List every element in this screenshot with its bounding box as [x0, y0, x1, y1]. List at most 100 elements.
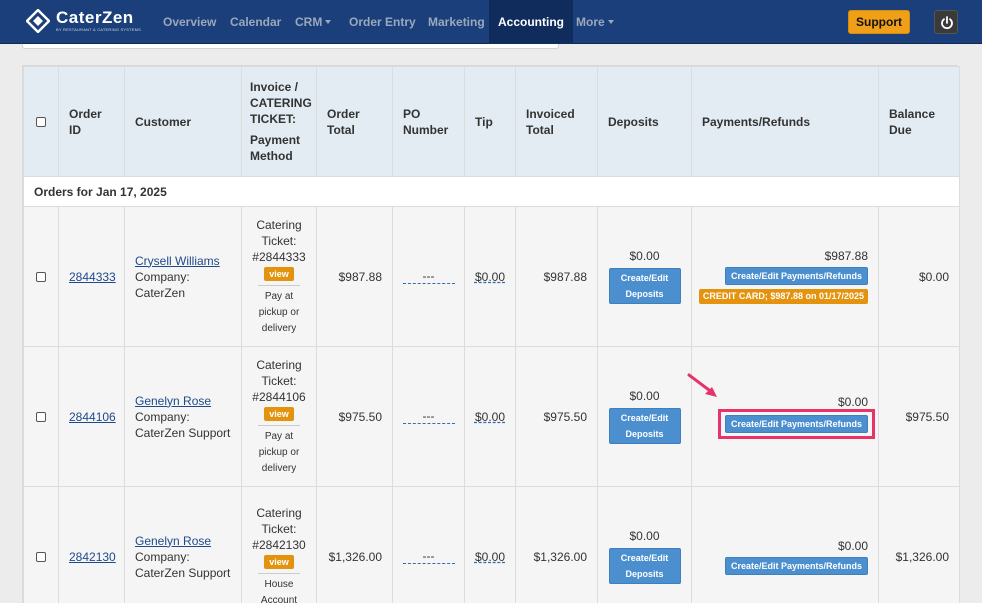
nav-overview[interactable]: Overview — [163, 0, 216, 44]
catering-ticket-label: Catering Ticket: #2842130 — [252, 505, 306, 552]
invoiced-total: $1,326.00 — [515, 486, 598, 603]
header-order-total: Order Total — [316, 66, 393, 177]
payments-cell: $987.88 Create/Edit Payments/Refunds CRE… — [691, 206, 879, 347]
tip-cell: $0.00 — [464, 206, 516, 347]
order-total: $975.50 — [316, 346, 393, 487]
payment-record-tag[interactable]: CREDIT CARD; $987.88 on 01/17/2025 — [698, 289, 868, 304]
create-edit-payments-button[interactable]: Create/Edit Payments/Refunds — [724, 267, 868, 285]
highlight-box: Create/Edit Payments/Refunds — [717, 408, 875, 439]
table-row: 2844106 Genelyn Rose Company: CaterZen S… — [23, 346, 960, 487]
order-id-link[interactable]: 2844106 — [69, 410, 116, 424]
row-checkbox[interactable] — [36, 412, 46, 423]
nav-more[interactable]: More — [576, 0, 614, 44]
nav-crm[interactable]: CRM — [295, 0, 332, 44]
select-all-checkbox[interactable] — [36, 117, 46, 128]
row-select-cell[interactable] — [23, 486, 59, 603]
customer-name-link[interactable]: Genelyn Rose — [135, 394, 211, 408]
header-customer: Customer — [124, 66, 242, 177]
order-id-cell: 2844333 — [58, 206, 125, 347]
payment-amount: $0.00 — [837, 538, 868, 553]
header-order-id: Order ID — [58, 66, 125, 177]
top-navbar: CaterZen BY RESTAURANT & CATERING SYSTEM… — [0, 0, 982, 44]
filter-panel-edge — [22, 44, 559, 49]
po-number-field[interactable]: --- — [402, 269, 455, 284]
deposits-cell: $0.00 Create/Edit Deposits — [597, 346, 692, 487]
catering-ticket-label: Catering Ticket: #2844106 — [252, 357, 306, 404]
po-number-field[interactable]: --- — [402, 549, 455, 564]
invoice-cell: Catering Ticket: #2842130 view House Acc… — [241, 486, 317, 603]
customer-cell: Genelyn Rose Company: CaterZen Support — [124, 486, 242, 603]
invoiced-total: $987.88 — [515, 206, 598, 347]
payment-method: House Account — [258, 572, 300, 603]
support-button[interactable]: Support — [848, 10, 910, 34]
accounting-orders-table: Order ID Customer Invoice / CATERING TIC… — [22, 65, 960, 603]
create-edit-payments-button[interactable]: Create/Edit Payments/Refunds — [724, 414, 868, 433]
tip-value[interactable]: $0.00 — [475, 410, 505, 424]
create-edit-deposits-button[interactable]: Create/Edit Deposits — [608, 408, 681, 444]
order-id-cell: 2844106 — [58, 346, 125, 487]
payment-method: Pay at pickup or delivery — [258, 284, 300, 337]
payments-cell: $0.00 Create/Edit Payments/Refunds — [691, 486, 879, 603]
deposit-amount: $0.00 — [629, 389, 660, 403]
view-ticket-button[interactable]: view — [264, 406, 294, 421]
customer-cell: Crysell Williams Company: CaterZen — [124, 206, 242, 347]
row-select-cell[interactable] — [23, 346, 59, 487]
group-row: Orders for Jan 17, 2025 — [23, 176, 960, 207]
header-po-number: PO Number — [392, 66, 465, 177]
row-checkbox[interactable] — [36, 272, 46, 283]
tip-value[interactable]: $0.00 — [475, 270, 505, 284]
po-number-field[interactable]: --- — [402, 409, 455, 424]
table-header-row: Order ID Customer Invoice / CATERING TIC… — [23, 66, 960, 177]
order-id-link[interactable]: 2844333 — [69, 270, 116, 284]
company-label: Company: — [135, 269, 190, 284]
company-label: Company: — [135, 549, 190, 564]
deposit-amount: $0.00 — [629, 249, 660, 263]
balance-due: $1,326.00 — [878, 486, 960, 603]
tip-cell: $0.00 — [464, 486, 516, 603]
header-tip: Tip — [464, 66, 516, 177]
order-total: $987.88 — [316, 206, 393, 347]
payment-amount: $0.00 — [837, 394, 868, 409]
create-edit-deposits-button[interactable]: Create/Edit Deposits — [608, 268, 681, 304]
header-select-all[interactable] — [23, 66, 59, 177]
create-edit-payments-button[interactable]: Create/Edit Payments/Refunds — [724, 556, 868, 575]
tip-value[interactable]: $0.00 — [475, 550, 505, 564]
caterzen-logo[interactable]: CaterZen BY RESTAURANT & CATERING SYSTEM… — [26, 8, 146, 38]
company-name: CaterZen Support — [135, 425, 231, 440]
row-select-cell[interactable] — [23, 206, 59, 347]
brand-name: CaterZen — [56, 8, 134, 27]
invoice-cell: Catering Ticket: #2844106 view Pay at pi… — [241, 346, 317, 487]
company-name: CaterZen Support — [135, 565, 231, 580]
annotation-arrow-icon — [687, 373, 717, 397]
company-label: Company: — [135, 409, 190, 424]
balance-due: $975.50 — [878, 346, 960, 487]
header-balance-due: Balance Due — [878, 66, 960, 177]
order-id-link[interactable]: 2842130 — [69, 550, 116, 564]
logout-button[interactable] — [934, 10, 958, 34]
view-ticket-button[interactable]: view — [264, 266, 294, 281]
company-name: CaterZen — [135, 285, 186, 300]
nav-calendar[interactable]: Calendar — [230, 0, 281, 44]
customer-cell: Genelyn Rose Company: CaterZen Support — [124, 346, 242, 487]
nav-crm-label: CRM — [295, 15, 323, 29]
deposits-cell: $0.00 Create/Edit Deposits — [597, 206, 692, 347]
nav-more-label: More — [576, 15, 605, 29]
nav-marketing[interactable]: Marketing — [428, 0, 485, 44]
create-edit-deposits-button[interactable]: Create/Edit Deposits — [608, 548, 681, 584]
tip-cell: $0.00 — [464, 346, 516, 487]
view-ticket-button[interactable]: view — [264, 554, 294, 569]
catering-ticket-label: Catering Ticket: #2844333 — [252, 217, 306, 264]
nav-accounting[interactable]: Accounting — [489, 0, 573, 44]
customer-name-link[interactable]: Crysell Williams — [135, 254, 220, 268]
po-number-cell: --- — [392, 346, 465, 487]
header-payment-method-label: Payment Method — [250, 133, 301, 163]
row-checkbox[interactable] — [36, 552, 46, 563]
customer-name-link[interactable]: Genelyn Rose — [135, 534, 211, 548]
caterzen-logo-mark — [26, 9, 50, 33]
deposit-amount: $0.00 — [629, 529, 660, 543]
header-invoice: Invoice / CATERING TICKET: Payment Metho… — [241, 66, 317, 177]
balance-due: $0.00 — [878, 206, 960, 347]
nav-order-entry[interactable]: Order Entry — [349, 0, 416, 44]
table-row: 2842130 Genelyn Rose Company: CaterZen S… — [23, 486, 960, 603]
header-invoiced-total: Invoiced Total — [515, 66, 598, 177]
